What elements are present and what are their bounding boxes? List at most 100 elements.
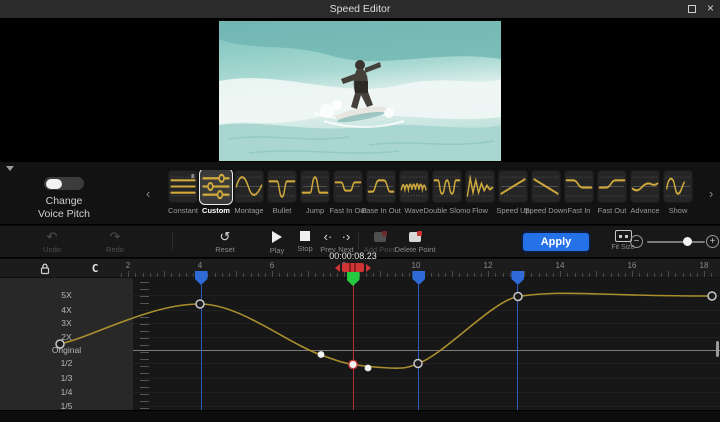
preset-label: Double Slomo xyxy=(423,206,470,215)
keyframe-point[interactable] xyxy=(414,360,422,368)
preset-fast-in-out[interactable]: Fast In Out xyxy=(333,170,363,215)
surfer-wave-image xyxy=(219,21,501,161)
scroll-right-icon[interactable]: › xyxy=(709,186,713,201)
delete-point-button[interactable]: Delete Point xyxy=(390,229,440,254)
preset-label: Show xyxy=(669,206,688,215)
preset-show[interactable]: Show xyxy=(663,170,693,215)
preset-constant[interactable]: Constant xyxy=(168,170,198,215)
preset-label: Fast Out xyxy=(598,206,627,215)
preset-thumbnail xyxy=(531,170,561,203)
preset-label: Jump xyxy=(306,206,324,215)
preset-double-slomo[interactable]: Double Slomo xyxy=(432,170,462,215)
preset-ease-in-out[interactable]: Ease In Out xyxy=(366,170,396,215)
keyframe-point[interactable] xyxy=(196,300,204,308)
playhead-curve-point[interactable] xyxy=(349,360,357,368)
lock-button[interactable] xyxy=(36,261,54,275)
playhead-left-arrow-icon[interactable] xyxy=(335,264,340,272)
speed-editor-window: Speed Editor × xyxy=(0,0,720,422)
playhead-handle[interactable] xyxy=(342,263,364,272)
speed-curve-graph[interactable]: 5X4X3X2XOriginal1/21/31/41/5 xyxy=(0,278,720,410)
undo-button[interactable]: ↶ Undo xyxy=(32,229,72,254)
preset-fast-out[interactable]: Fast Out xyxy=(597,170,627,215)
preset-list: Constant Custom Montage Bullet Jump Fast In O… xyxy=(168,170,698,215)
undo-icon: ↶ xyxy=(47,229,58,244)
curve-mode-button[interactable]: C xyxy=(86,261,104,275)
preset-jump[interactable]: Jump xyxy=(300,170,330,215)
curve-mode-icon: C xyxy=(92,262,99,275)
preset-thumbnail xyxy=(597,170,627,203)
ruler-number: 6 xyxy=(270,261,274,270)
bottom-strip xyxy=(0,410,720,422)
preset-thumbnail xyxy=(663,170,693,203)
preset-thumbnail xyxy=(465,170,495,203)
preset-thumbnail xyxy=(300,170,330,203)
maximize-icon[interactable] xyxy=(688,5,696,13)
zoom-in-icon[interactable]: + xyxy=(706,235,719,248)
keyframe-point[interactable] xyxy=(514,293,522,301)
ruler-number: 10 xyxy=(412,261,421,270)
preset-bar: Change Voice Pitch ‹ Constant Custom Monta… xyxy=(0,162,720,225)
playhead-right-arrow-icon[interactable] xyxy=(366,264,371,272)
preview-area xyxy=(0,19,720,162)
keyframe-point[interactable] xyxy=(56,340,64,348)
voice-pitch-toggle[interactable] xyxy=(44,177,84,190)
redo-button[interactable]: ↷ Redo xyxy=(95,229,135,254)
preset-custom[interactable]: Custom xyxy=(201,170,231,215)
preset-label: Speed Down xyxy=(525,206,568,215)
fit-size-icon xyxy=(615,230,632,242)
redo-icon: ↷ xyxy=(110,229,121,244)
preset-thumbnail xyxy=(333,170,363,203)
preset-fast-in[interactable]: Fast In xyxy=(564,170,594,215)
preset-thumbnail xyxy=(199,170,233,205)
ruler-number: 4 xyxy=(198,261,202,270)
ruler-number: 12 xyxy=(484,261,493,270)
next-icon: ·› xyxy=(342,229,351,244)
delete-point-icon xyxy=(409,232,421,242)
close-icon[interactable]: × xyxy=(707,1,714,15)
preset-thumbnail xyxy=(234,170,264,203)
preset-label: Montage xyxy=(234,206,263,215)
keyframe-point[interactable] xyxy=(708,292,716,300)
apply-button[interactable]: Apply xyxy=(521,231,591,253)
preset-label: Ease In Out xyxy=(361,206,401,215)
ruler-number: 14 xyxy=(556,261,565,270)
collapse-caret-icon[interactable] xyxy=(6,166,14,171)
preset-thumbnail xyxy=(564,170,594,203)
preset-label: Flow xyxy=(472,206,488,215)
graph-scroll-handle[interactable] xyxy=(716,341,719,357)
preset-label: Fast In xyxy=(568,206,591,215)
preset-label: Bullet xyxy=(273,206,292,215)
change-label: Change xyxy=(18,195,110,207)
preset-advance[interactable]: Advance xyxy=(630,170,660,215)
preset-thumbnail xyxy=(366,170,396,203)
zoom-slider[interactable] xyxy=(647,241,705,243)
preset-label: Constant xyxy=(168,206,198,215)
ruler-number: 18 xyxy=(700,261,709,270)
preset-thumbnail xyxy=(432,170,462,203)
toggle-knob xyxy=(46,179,62,189)
preset-bullet[interactable]: Bullet xyxy=(267,170,297,215)
voice-pitch-label: Voice Pitch xyxy=(18,208,110,220)
scroll-left-icon[interactable]: ‹ xyxy=(146,186,150,201)
window-title: Speed Editor xyxy=(0,3,720,15)
title-bar: Speed Editor × xyxy=(0,0,720,19)
preset-thumbnail xyxy=(168,170,198,203)
video-preview[interactable] xyxy=(219,21,501,161)
playhead-timestamp: 00:00:08.23 xyxy=(313,251,393,261)
speed-curve-canvas[interactable] xyxy=(0,278,720,410)
play-icon xyxy=(272,231,282,243)
control-point[interactable] xyxy=(318,351,325,358)
preset-speed-up[interactable]: Speed Up xyxy=(498,170,528,215)
preset-label: Advance xyxy=(630,206,659,215)
zoom-out-icon[interactable]: − xyxy=(630,235,643,248)
reset-button[interactable]: ↺ Reset xyxy=(205,229,245,254)
speed-curve[interactable] xyxy=(60,293,712,368)
preset-speed-down[interactable]: Speed Down xyxy=(531,170,561,215)
zoom-slider-thumb[interactable] xyxy=(683,237,692,246)
lock-icon xyxy=(39,262,51,275)
preset-label: Custom xyxy=(202,206,230,215)
control-point[interactable] xyxy=(365,365,372,372)
preset-montage[interactable]: Montage xyxy=(234,170,264,215)
ruler-number: 16 xyxy=(628,261,637,270)
preset-flow[interactable]: Flow xyxy=(465,170,495,215)
